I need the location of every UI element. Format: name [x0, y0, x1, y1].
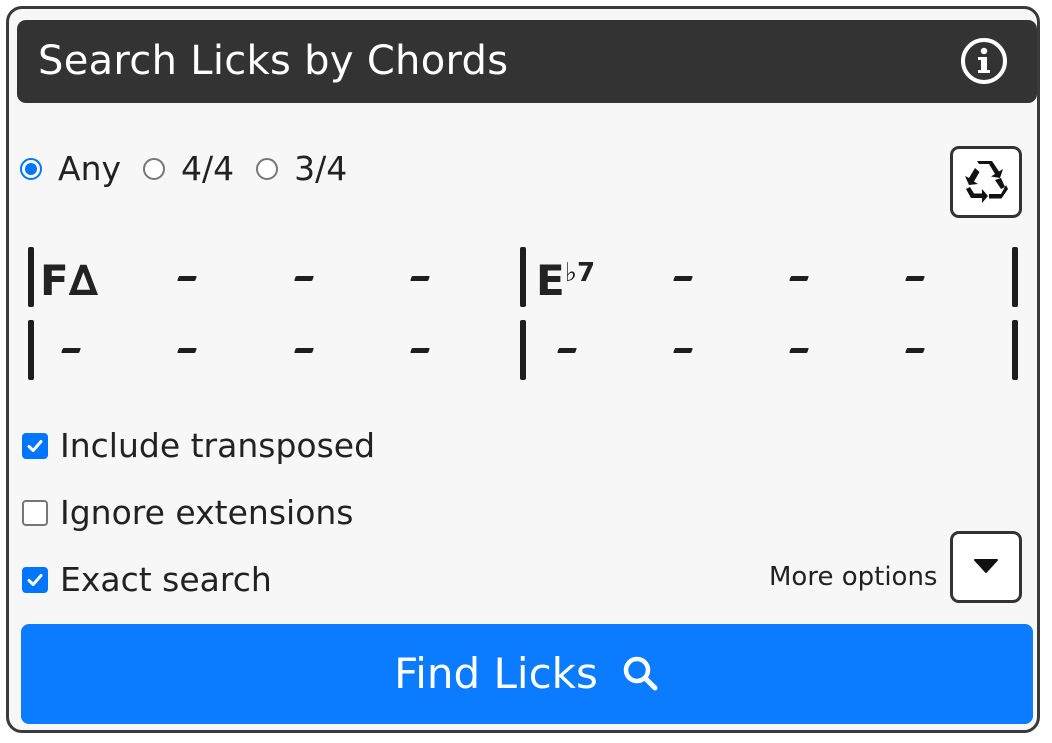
beat-slot-9[interactable]	[61, 348, 81, 353]
include-transposed-label: Include transposed	[60, 426, 376, 465]
beat-slot-8[interactable]	[905, 276, 925, 281]
radio-3-4-indicator[interactable]	[256, 158, 279, 180]
chord-quality: ∆	[68, 256, 98, 305]
beat-slot-15[interactable]	[789, 348, 809, 353]
barline-row1-start	[28, 247, 34, 307]
beat-slot-7[interactable]	[789, 276, 809, 281]
exact-search-checkbox[interactable]	[22, 567, 48, 593]
include-transposed-checkbox[interactable]	[22, 433, 48, 459]
chord-quality: ♭7	[564, 258, 596, 288]
barline-row1-middle	[520, 247, 526, 307]
radio-3-4-label: 3/4	[294, 149, 348, 188]
beat-slot-14[interactable]	[673, 348, 693, 353]
ignore-extensions-option[interactable]: Ignore extensions	[22, 493, 354, 533]
more-options-label[interactable]: More options	[769, 561, 937, 593]
search-icon	[623, 656, 658, 691]
beat-slot-6[interactable]	[673, 276, 693, 281]
chord-slot-1[interactable]: F∆	[40, 258, 98, 304]
panel-title: Search Licks by Chords	[38, 38, 509, 84]
beat-slot-10[interactable]	[177, 348, 197, 353]
include-transposed-option[interactable]: Include transposed	[22, 426, 375, 466]
ignore-extensions-label: Ignore extensions	[60, 493, 354, 532]
check-icon	[27, 574, 43, 586]
radio-3-4[interactable]: 3/4	[256, 149, 347, 189]
beat-slot-2[interactable]	[177, 276, 197, 281]
radio-any[interactable]: Any	[20, 149, 121, 189]
radio-4-4-label: 4/4	[181, 149, 235, 188]
panel-header: Search Licks by Chords	[17, 20, 1037, 103]
radio-any-indicator[interactable]	[20, 158, 42, 180]
time-signature-radio-group: Any 4/4 3/4	[20, 148, 369, 190]
radio-4-4-indicator[interactable]	[143, 158, 166, 180]
barline-row2-end	[1012, 320, 1018, 380]
chord-root: F	[40, 256, 69, 305]
chord-root: E	[536, 256, 565, 305]
chord-slot-5[interactable]: E♭7	[536, 258, 595, 304]
check-icon	[27, 440, 43, 452]
beat-slot-11[interactable]	[294, 348, 314, 353]
recycle-icon	[965, 161, 1008, 203]
ignore-extensions-checkbox[interactable]	[22, 500, 48, 526]
caret-down-icon	[974, 559, 998, 573]
find-licks-button[interactable]: Find Licks	[21, 624, 1033, 724]
barline-row2-start	[28, 320, 34, 380]
find-licks-label: Find Licks	[394, 649, 598, 698]
exact-search-label: Exact search	[60, 560, 272, 599]
radio-4-4[interactable]: 4/4	[143, 149, 234, 189]
radio-any-label: Any	[58, 149, 122, 188]
beat-slot-4[interactable]	[410, 276, 430, 281]
beat-slot-12[interactable]	[410, 348, 430, 353]
reset-button[interactable]	[950, 146, 1022, 218]
barline-row2-middle	[520, 320, 526, 380]
beat-slot-13[interactable]	[557, 348, 577, 353]
beat-slot-16[interactable]	[905, 348, 925, 353]
more-options-button[interactable]	[950, 531, 1022, 603]
exact-search-option[interactable]: Exact search	[22, 560, 272, 600]
info-icon[interactable]	[960, 37, 1008, 85]
barline-row1-end	[1012, 247, 1018, 307]
beat-slot-3[interactable]	[294, 276, 314, 281]
